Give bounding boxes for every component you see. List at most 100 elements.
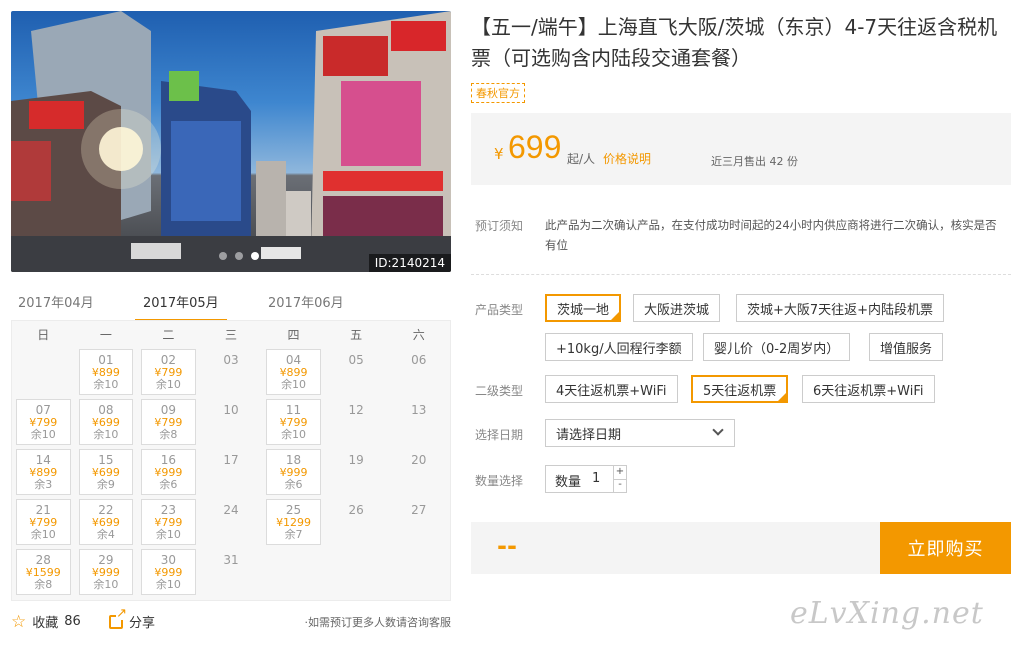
calendar-day-available[interactable]: 11 ¥799 余10 — [262, 397, 325, 447]
weekday-header: 日 一 二 三 四 五 六 — [12, 321, 450, 347]
calendar-day-available[interactable]: 23 ¥799 余10 — [137, 497, 200, 547]
calendar-day-number: 19 — [348, 453, 364, 467]
calendar-day-remaining: 余4 — [96, 528, 115, 541]
calendar-day-number: 16 — [160, 453, 177, 467]
calendar-day-number: 21 — [35, 503, 51, 517]
calendar-day-remaining: 余7 — [284, 528, 303, 541]
calendar-day-number: 09 — [160, 403, 177, 417]
product-type-option[interactable]: 婴儿价（0-2周岁内） — [703, 333, 851, 361]
calendar-day-remaining: 余10 — [155, 578, 181, 591]
product-type-option[interactable]: 大阪进茨城 — [633, 294, 721, 322]
watermark: eLvXing.net — [790, 596, 984, 631]
calendar-day-content: 09 ¥799 余8 — [137, 403, 200, 441]
weekday-label: 日 — [37, 327, 50, 342]
calendar-day-available[interactable]: 15 ¥699 余9 — [75, 447, 138, 497]
product-type-option[interactable]: +10kg/人回程行李额 — [545, 333, 693, 361]
calendar-day: 06 — [387, 347, 450, 397]
calendar-day-content: 06 — [387, 353, 450, 367]
calendar-day-available[interactable]: 29 ¥999 余10 — [75, 547, 138, 597]
calendar-day: 10 — [200, 397, 263, 447]
calendar-day-number: 20 — [411, 453, 427, 467]
quantity-stepper: 数量 1 + - — [545, 465, 627, 493]
secondary-type-option[interactable]: 4天往返机票+WiFi — [545, 375, 678, 403]
quantity-field-label: 数量 — [555, 475, 582, 490]
calendar-day-available[interactable]: 18 ¥999 余6 — [262, 447, 325, 497]
quantity-minus-button[interactable]: - — [613, 479, 626, 493]
calendar-day-content: 29 ¥999 余10 — [75, 553, 138, 591]
calendar-day-content: 01 ¥899 余10 — [75, 353, 138, 391]
calendar-day-available[interactable]: 14 ¥899 余3 — [12, 447, 75, 497]
carousel-dot[interactable] — [235, 252, 243, 260]
weekday-label: 一 — [99, 327, 112, 342]
secondary-type-option[interactable]: 6天往返机票+WiFi — [802, 375, 935, 403]
calendar-day-number: 24 — [223, 503, 239, 517]
buy-now-button[interactable]: 立即购买 — [880, 522, 1011, 574]
calendar-day-remaining: 余10 — [93, 428, 119, 441]
calendar-day: 26 — [325, 497, 388, 547]
calendar-day-available[interactable]: 28 ¥1599 余8 — [12, 547, 75, 597]
month-tab-current[interactable]: 2017年05月 — [135, 292, 227, 321]
calendar-day-number: 06 — [411, 353, 427, 367]
calendar-day-content: 03 — [200, 353, 263, 367]
calendar-day-available[interactable]: 25 ¥1299 余7 — [262, 497, 325, 547]
calendar-day-number: 04 — [285, 353, 302, 367]
weekday-label: 二 — [162, 327, 175, 342]
currency-symbol: ¥ — [494, 145, 504, 163]
calendar-day-available[interactable]: 08 ¥699 余10 — [75, 397, 138, 447]
calendar-day-remaining: 余10 — [281, 428, 307, 441]
date-select[interactable]: 请选择日期 — [545, 419, 735, 447]
calendar-day-number: 15 — [98, 453, 114, 467]
total-price: -- — [497, 532, 517, 560]
calendar-day: 05 — [325, 347, 388, 397]
chevron-down-icon — [712, 424, 724, 436]
calendar-day: 20 — [387, 447, 450, 497]
calendar-day-available[interactable]: 16 ¥999 余6 — [137, 447, 200, 497]
calendar-day-remaining: 余10 — [155, 528, 181, 541]
official-tag: 春秋官方 — [471, 83, 525, 103]
calendar-day-content: 16 ¥999 余6 — [137, 453, 200, 491]
left-footer: ☆ 收藏 86 分享 ·如需预订更多人数请咨询客服 — [11, 607, 451, 634]
quantity-plus-button[interactable]: + — [613, 466, 626, 480]
price-explain-link[interactable]: 价格说明 — [603, 150, 651, 167]
calendar-day-available[interactable]: 07 ¥799 余10 — [12, 397, 75, 447]
product-title: 【五一/端午】上海直飞大阪/茨城（东京）4-7天往返含税机票（可选购含内陆段交通… — [471, 15, 998, 70]
date-select-value: 请选择日期 — [556, 427, 622, 443]
product-type-option-selected[interactable]: 茨城一地 — [545, 294, 622, 322]
calendar-day-available[interactable]: 22 ¥699 余4 — [75, 497, 138, 547]
product-photo[interactable]: ID:2140214 — [11, 11, 451, 272]
image-id-badge: ID:2140214 — [368, 254, 451, 272]
calendar-day-available[interactable]: 30 ¥999 余10 — [137, 547, 200, 597]
favorite-button[interactable]: ☆ 收藏 86 — [11, 612, 81, 631]
carousel-dot-active[interactable] — [251, 252, 259, 260]
share-icon — [109, 607, 127, 629]
calendar-day-available[interactable]: 21 ¥799 余10 — [12, 497, 75, 547]
calendar-day-content: 07 ¥799 余10 — [12, 403, 75, 441]
calendar-grid: 01 ¥899 余10 02 ¥799 余10 03 04 ¥899 余10 05 06 07 ¥799 余… — [12, 347, 450, 597]
calendar-day-available[interactable]: 02 ¥799 余10 — [137, 347, 200, 397]
calendar-day-number: 17 — [223, 453, 239, 467]
calendar-day-content: 04 ¥899 余10 — [262, 353, 325, 391]
calendar-day-content: 22 ¥699 余4 — [75, 503, 138, 541]
calendar-day-available[interactable]: 09 ¥799 余8 — [137, 397, 200, 447]
calendar-day-content: 10 — [200, 403, 263, 417]
product-type-option[interactable]: 增值服务 — [869, 333, 944, 361]
calendar-day-available[interactable]: 04 ¥899 余10 — [262, 347, 325, 397]
share-button[interactable]: 分享 — [109, 607, 156, 631]
month-tabs: 2017年04月 2017年05月 2017年06月 — [11, 288, 451, 321]
product-type-option[interactable]: 茨城+大阪7天往返+内陆段机票 — [736, 294, 945, 322]
month-tab-next[interactable]: 2017年06月 — [268, 292, 344, 311]
favorite-count: 86 — [64, 614, 81, 629]
month-tab-prev[interactable]: 2017年04月 — [18, 292, 94, 311]
notice-label: 预订须知 — [475, 219, 524, 233]
share-label: 分享 — [129, 616, 156, 631]
calendar-day-available[interactable]: 01 ¥899 余10 — [75, 347, 138, 397]
weekday-label: 三 — [224, 327, 237, 342]
calendar-day-remaining: 余10 — [93, 578, 119, 591]
calendar-day-number: 31 — [223, 553, 239, 567]
calendar-day-number: 25 — [285, 503, 302, 517]
carousel-dot[interactable] — [219, 252, 227, 260]
carousel-dots[interactable] — [219, 252, 259, 260]
calendar-day-content: 08 ¥699 余10 — [75, 403, 138, 441]
secondary-type-option-selected[interactable]: 5天往返机票 — [691, 375, 789, 403]
quantity-value[interactable]: 1 — [592, 471, 600, 486]
